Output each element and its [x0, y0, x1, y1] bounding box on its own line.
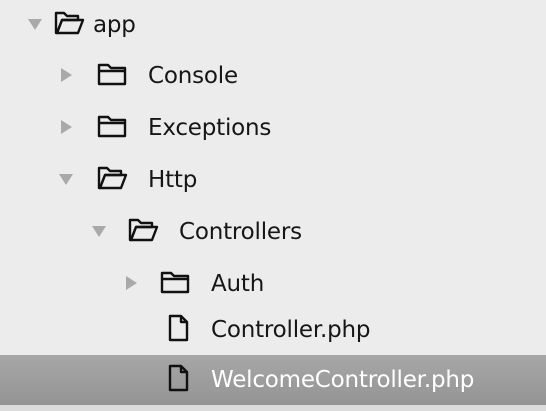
- file-icon: [168, 364, 189, 392]
- file-tree: app Console Exceptions Http Controllers …: [0, 0, 546, 411]
- tree-item-label: Auth: [211, 271, 265, 297]
- triangle-right-icon[interactable]: [122, 274, 140, 292]
- triangle-right-icon[interactable]: [57, 66, 75, 84]
- tree-item-welcomecontroller-php[interactable]: WelcomeController.php: [0, 355, 546, 405]
- tree-item-auth[interactable]: Auth: [0, 259, 546, 309]
- triangle-down-icon[interactable]: [57, 170, 75, 188]
- folder-open-icon: [128, 218, 159, 242]
- tree-item-label: Controllers: [179, 219, 302, 245]
- bottom-divider: [0, 405, 546, 411]
- tree-item-label: Controller.php: [211, 317, 371, 343]
- tree-item-label: Exceptions: [148, 115, 272, 141]
- folder-open-icon: [97, 166, 128, 190]
- folder-open-icon: [54, 11, 85, 35]
- triangle-down-icon[interactable]: [26, 15, 44, 33]
- folder-icon: [97, 63, 127, 86]
- tree-item-exceptions[interactable]: Exceptions: [0, 103, 546, 153]
- triangle-right-icon[interactable]: [57, 118, 75, 136]
- tree-item-app[interactable]: app: [0, 0, 546, 50]
- tree-item-label: Http: [148, 167, 198, 193]
- tree-item-label: Console: [148, 63, 238, 89]
- tree-item-console[interactable]: Console: [0, 51, 546, 101]
- file-icon: [168, 314, 189, 342]
- folder-icon: [97, 115, 127, 138]
- tree-item-label: app: [93, 12, 136, 38]
- tree-item-controller-php[interactable]: Controller.php: [0, 305, 546, 355]
- tree-item-controllers[interactable]: Controllers: [0, 207, 546, 257]
- folder-icon: [160, 271, 190, 294]
- tree-item-label: WelcomeController.php: [211, 367, 475, 393]
- triangle-down-icon[interactable]: [90, 222, 108, 240]
- tree-item-http[interactable]: Http: [0, 155, 546, 205]
